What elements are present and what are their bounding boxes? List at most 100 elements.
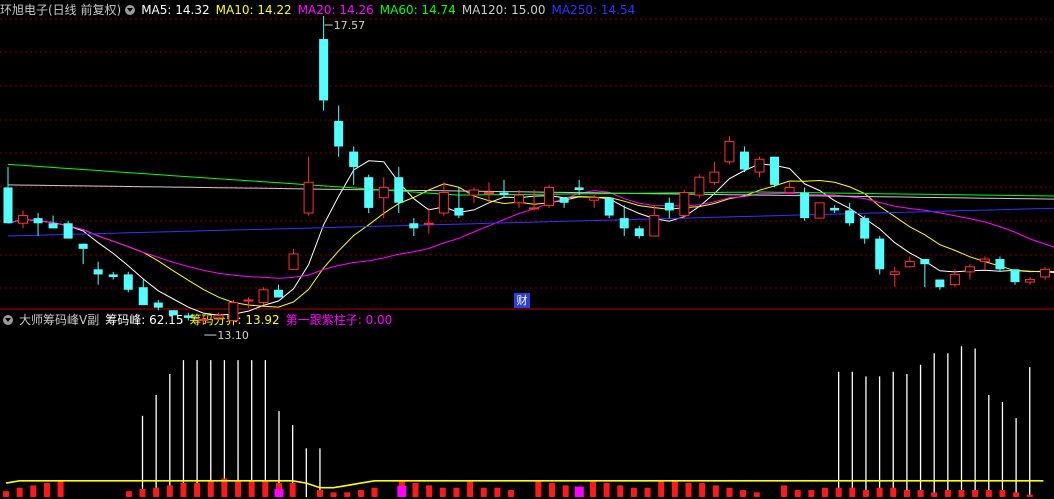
chip-red-bar <box>699 483 706 497</box>
chip-magenta-bar <box>574 486 584 497</box>
candle-body <box>920 259 930 265</box>
chip-red-bar <box>917 490 924 497</box>
chip-red-bar <box>16 487 23 497</box>
candle-body <box>319 39 329 101</box>
candle-body <box>78 243 88 249</box>
chip-red-bar <box>371 487 378 497</box>
candle-body <box>3 187 13 224</box>
candle-body <box>1010 269 1020 283</box>
candle-body <box>724 140 735 163</box>
chip-red-bar <box>180 483 187 497</box>
chip-red-bar <box>194 483 201 497</box>
candle-body <box>889 271 900 275</box>
candle-body <box>604 197 614 216</box>
chip-boundary-line <box>5 479 1044 489</box>
candle-body <box>153 302 163 308</box>
chip-red-bar <box>985 490 992 497</box>
candle-body <box>349 151 359 167</box>
candle-body <box>589 197 600 201</box>
chip-red-bar <box>835 487 842 497</box>
candle-body <box>243 299 254 302</box>
candle-body <box>423 222 434 225</box>
chip-red-bar <box>794 490 801 497</box>
candle-body <box>288 253 299 270</box>
chip-red-bar <box>262 480 269 497</box>
candle-body <box>619 218 629 229</box>
chip-red-bar <box>658 480 665 497</box>
chip-red-bar <box>589 480 596 497</box>
candle-body <box>378 186 389 199</box>
candle-body <box>258 289 269 304</box>
chip-red-bar <box>43 483 50 497</box>
candle-body <box>904 261 915 268</box>
candle-body <box>784 186 795 194</box>
candle-body <box>468 189 479 196</box>
chip-red-bar <box>535 480 542 497</box>
chip-red-bar <box>1013 492 1020 497</box>
chip-red-bar <box>316 490 323 497</box>
chip-magenta-bar <box>274 488 284 497</box>
chip-red-bar <box>862 490 869 497</box>
candle-body <box>649 215 660 237</box>
chip-red-bar <box>480 487 487 497</box>
candle-body <box>108 274 118 277</box>
chip-red-bar <box>549 483 555 497</box>
candle-body <box>123 274 133 290</box>
chip-red-bar <box>357 490 364 497</box>
chip-red-bar <box>685 483 692 497</box>
candle-body <box>514 194 525 204</box>
kline-chart[interactable]: 17.57 13.10 <box>0 0 1054 499</box>
candle-body <box>574 187 584 190</box>
candle-body <box>63 223 73 239</box>
candle-body <box>228 302 239 321</box>
candle-body <box>48 223 58 229</box>
chip-red-bar <box>153 487 160 497</box>
candle-body <box>845 210 855 224</box>
candle-body <box>334 120 344 147</box>
candle-body <box>483 192 494 195</box>
candle-body <box>33 218 43 224</box>
candle-body <box>860 218 870 239</box>
candle-body <box>138 287 148 306</box>
chip-red-bar <box>139 488 146 497</box>
candle-body <box>694 176 705 196</box>
chip-red-bar <box>57 480 64 497</box>
candle-body <box>770 156 780 185</box>
chip-red-bar <box>958 490 965 497</box>
candle-body <box>634 228 644 237</box>
high-price-label: 17.57 <box>334 19 366 32</box>
chip-red-bar <box>1026 494 1033 497</box>
chip-red-bar <box>3 491 9 497</box>
chip-red-bar <box>562 485 569 497</box>
finance-badge[interactable]: 财 <box>514 293 530 308</box>
candle-body <box>93 269 103 275</box>
chip-red-bar <box>30 485 37 497</box>
chip-red-bar <box>944 490 951 497</box>
candle-body <box>1040 268 1051 278</box>
chip-red-bar <box>207 480 214 497</box>
candle-body <box>1025 279 1036 283</box>
chip-red-bar <box>453 487 460 497</box>
chip-red-bar <box>467 480 474 497</box>
chip-red-bar <box>439 487 446 497</box>
low-price-label: 13.10 <box>217 329 249 342</box>
chip-red-bar <box>603 483 610 497</box>
chip-red-bar <box>617 485 624 497</box>
chip-red-bar <box>890 487 897 497</box>
candle-body <box>935 279 945 288</box>
chip-red-bar <box>876 487 883 497</box>
candle-body <box>499 192 509 196</box>
chip-red-bar <box>903 490 910 497</box>
candle-body <box>800 192 810 219</box>
candle-body <box>529 207 540 210</box>
candle-body <box>438 192 449 214</box>
candle-body <box>409 223 419 229</box>
chip-red-bar <box>644 487 651 497</box>
candle-body <box>754 158 765 173</box>
chip-red-bar <box>412 483 419 497</box>
candle-body <box>949 273 960 286</box>
chip-red-bar <box>426 485 433 497</box>
chip-red-bar <box>808 490 815 497</box>
chip-red-bar <box>849 487 856 497</box>
candle-body <box>364 177 374 208</box>
